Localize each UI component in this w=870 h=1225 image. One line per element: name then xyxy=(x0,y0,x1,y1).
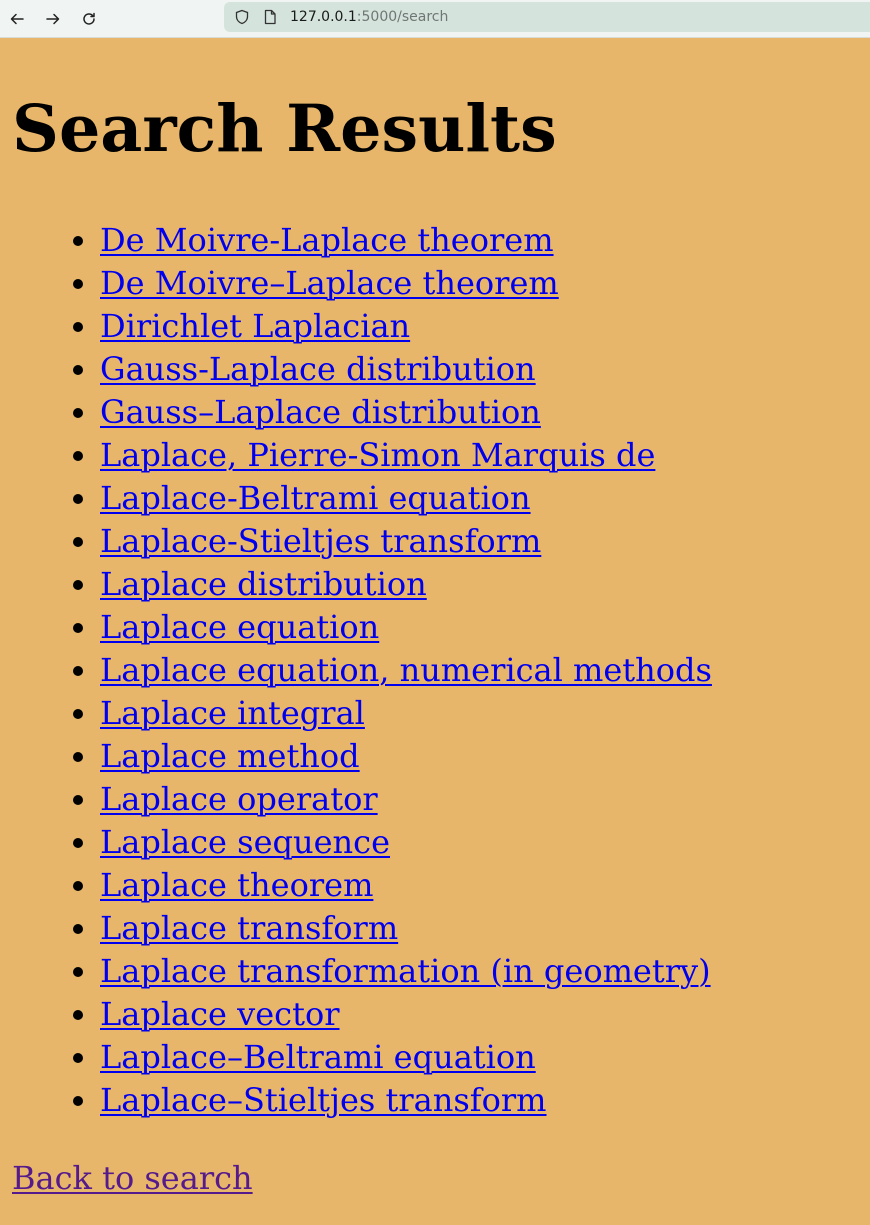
list-item: Laplace method xyxy=(100,735,712,778)
back-to-search-link[interactable]: Back to search xyxy=(12,1157,253,1200)
result-link[interactable]: Laplace equation xyxy=(100,608,379,646)
list-item: Laplace-Stieltjes transform xyxy=(100,520,712,563)
list-item: Laplace equation, numerical methods xyxy=(100,649,712,692)
list-item: Dirichlet Laplacian xyxy=(100,305,712,348)
list-item: Laplace-Beltrami equation xyxy=(100,477,712,520)
list-item: Gauss–Laplace distribution xyxy=(100,391,712,434)
result-link[interactable]: Laplace-Beltrami equation xyxy=(100,479,531,517)
list-item: De Moivre-Laplace theorem xyxy=(100,219,712,262)
result-link[interactable]: De Moivre–Laplace theorem xyxy=(100,264,559,302)
result-link[interactable]: Laplace transform xyxy=(100,909,398,947)
result-link[interactable]: Laplace-Stieltjes transform xyxy=(100,522,541,560)
result-link[interactable]: De Moivre-Laplace theorem xyxy=(100,221,554,259)
list-item: Laplace transform xyxy=(100,907,712,950)
forward-arrow-icon[interactable] xyxy=(42,8,64,30)
result-link[interactable]: Laplace equation, numerical methods xyxy=(100,651,712,689)
list-item: Laplace integral xyxy=(100,692,712,735)
url-host: 127.0.0.1 xyxy=(290,9,357,25)
list-item: Laplace operator xyxy=(100,778,712,821)
back-arrow-icon[interactable] xyxy=(6,8,28,30)
list-item: Laplace–Stieltjes transform xyxy=(100,1079,712,1122)
reload-icon[interactable] xyxy=(78,8,100,30)
result-link[interactable]: Dirichlet Laplacian xyxy=(100,307,410,345)
result-link[interactable]: Laplace operator xyxy=(100,780,378,818)
result-link[interactable]: Laplace–Stieltjes transform xyxy=(100,1081,547,1119)
results-list: De Moivre-Laplace theorem De Moivre–Lapla… xyxy=(0,219,712,1122)
browser-toolbar: 127.0.0.1:5000/search xyxy=(0,0,870,38)
list-item: Laplace distribution xyxy=(100,563,712,606)
url-path: :5000/search xyxy=(356,9,449,25)
result-link[interactable]: Laplace distribution xyxy=(100,565,427,603)
result-link[interactable]: Laplace vector xyxy=(100,995,340,1033)
result-link[interactable]: Gauss–Laplace distribution xyxy=(100,393,541,431)
result-link[interactable]: Laplace–Beltrami equation xyxy=(100,1038,536,1076)
shield-icon[interactable] xyxy=(234,9,250,25)
result-link[interactable]: Laplace sequence xyxy=(100,823,390,861)
result-link[interactable]: Laplace method xyxy=(100,737,360,775)
result-link[interactable]: Laplace transformation (in geometry) xyxy=(100,952,711,990)
list-item: Laplace sequence xyxy=(100,821,712,864)
list-item: De Moivre–Laplace theorem xyxy=(100,262,712,305)
url-text[interactable]: 127.0.0.1:5000/search xyxy=(290,9,448,25)
list-item: Laplace vector xyxy=(100,993,712,1036)
list-item: Gauss-Laplace distribution xyxy=(100,348,712,391)
page-title: Search Results xyxy=(12,91,557,167)
result-link[interactable]: Gauss-Laplace distribution xyxy=(100,350,536,388)
result-link[interactable]: Laplace theorem xyxy=(100,866,373,904)
list-item: Laplace–Beltrami equation xyxy=(100,1036,712,1079)
result-link[interactable]: Laplace integral xyxy=(100,694,365,732)
page-icon[interactable] xyxy=(262,9,278,25)
result-link[interactable]: Laplace, Pierre-Simon Marquis de xyxy=(100,436,655,474)
list-item: Laplace theorem xyxy=(100,864,712,907)
list-item: Laplace equation xyxy=(100,606,712,649)
address-bar[interactable]: 127.0.0.1:5000/search xyxy=(224,2,870,32)
list-item: Laplace, Pierre-Simon Marquis de xyxy=(100,434,712,477)
list-item: Laplace transformation (in geometry) xyxy=(100,950,712,993)
